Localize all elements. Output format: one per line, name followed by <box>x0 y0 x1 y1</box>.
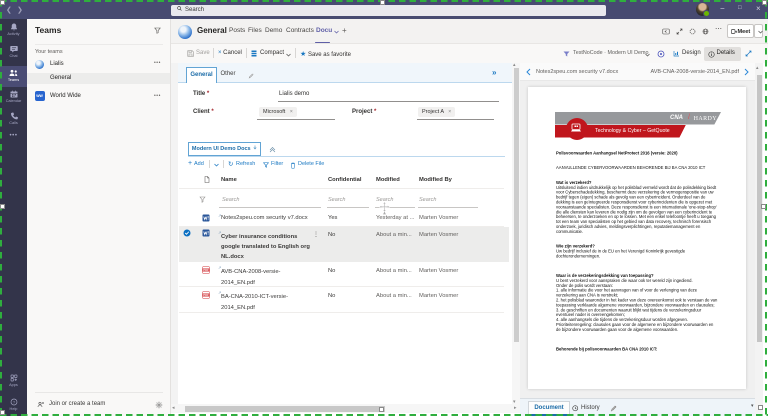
svg-text:PDF: PDF <box>203 268 209 272</box>
svg-text:PDF: PDF <box>203 293 209 297</box>
svg-text:?: ? <box>12 400 15 405</box>
